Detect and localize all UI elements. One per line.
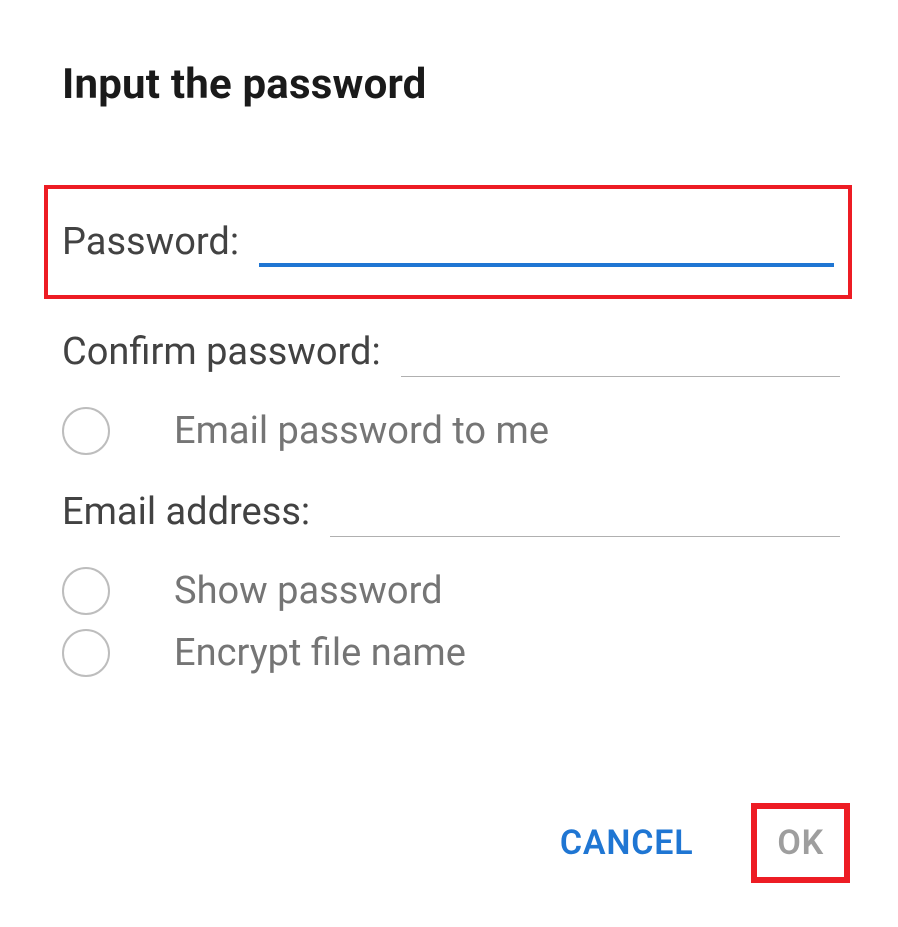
email-address-input[interactable]: [330, 487, 840, 537]
email-to-me-row: Email password to me: [62, 407, 840, 455]
password-input[interactable]: [259, 217, 834, 267]
encrypt-filename-label: Encrypt file name: [174, 631, 466, 675]
dialog-actions: CANCEL OK: [554, 803, 850, 883]
confirm-password-label: Confirm password:: [62, 330, 381, 374]
show-password-checkbox[interactable]: [62, 567, 110, 615]
dialog-title: Input the password: [62, 60, 840, 109]
show-password-row: Show password: [62, 567, 840, 615]
annotation-password-row: Password:: [44, 185, 852, 299]
ok-button[interactable]: OK: [773, 819, 828, 867]
password-row: Password:: [62, 217, 834, 267]
cancel-button[interactable]: CANCEL: [554, 813, 700, 873]
password-label: Password:: [62, 220, 239, 264]
confirm-password-input[interactable]: [401, 327, 840, 377]
encrypt-filename-row: Encrypt file name: [62, 629, 840, 677]
email-to-me-label: Email password to me: [174, 409, 549, 453]
email-address-input-wrap: [330, 487, 840, 537]
annotation-ok-button: OK: [751, 803, 850, 883]
email-address-label: Email address:: [62, 490, 310, 534]
encrypt-filename-checkbox[interactable]: [62, 629, 110, 677]
confirm-password-row: Confirm password:: [62, 327, 840, 377]
password-dialog: Input the password Password: Confirm pas…: [0, 0, 898, 927]
email-address-row: Email address:: [62, 487, 840, 537]
password-input-wrap: [259, 217, 834, 267]
show-password-label: Show password: [174, 569, 443, 613]
option-checks: Show password Encrypt file name: [62, 567, 840, 677]
confirm-password-input-wrap: [401, 327, 840, 377]
email-to-me-checkbox[interactable]: [62, 407, 110, 455]
